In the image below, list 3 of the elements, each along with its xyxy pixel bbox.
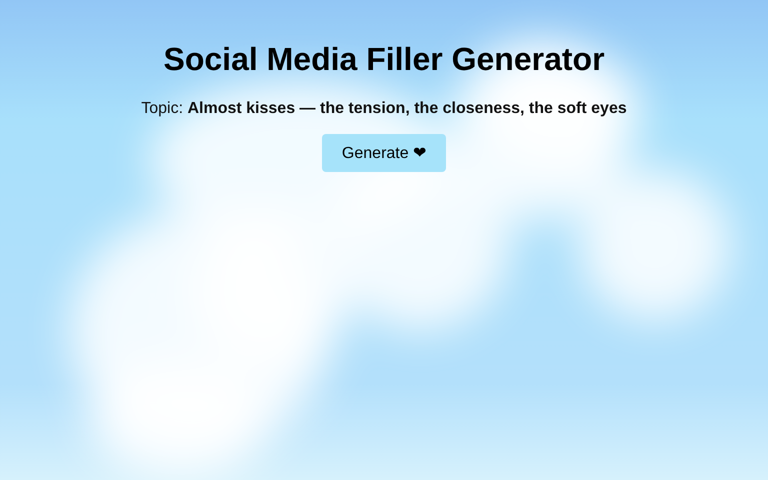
page-title: Social Media Filler Generator xyxy=(163,40,605,78)
generate-button[interactable]: Generate ❤ xyxy=(322,134,446,172)
topic-text: Topic: Almost kisses — the tension, the closeness, the soft eyes xyxy=(141,99,627,119)
